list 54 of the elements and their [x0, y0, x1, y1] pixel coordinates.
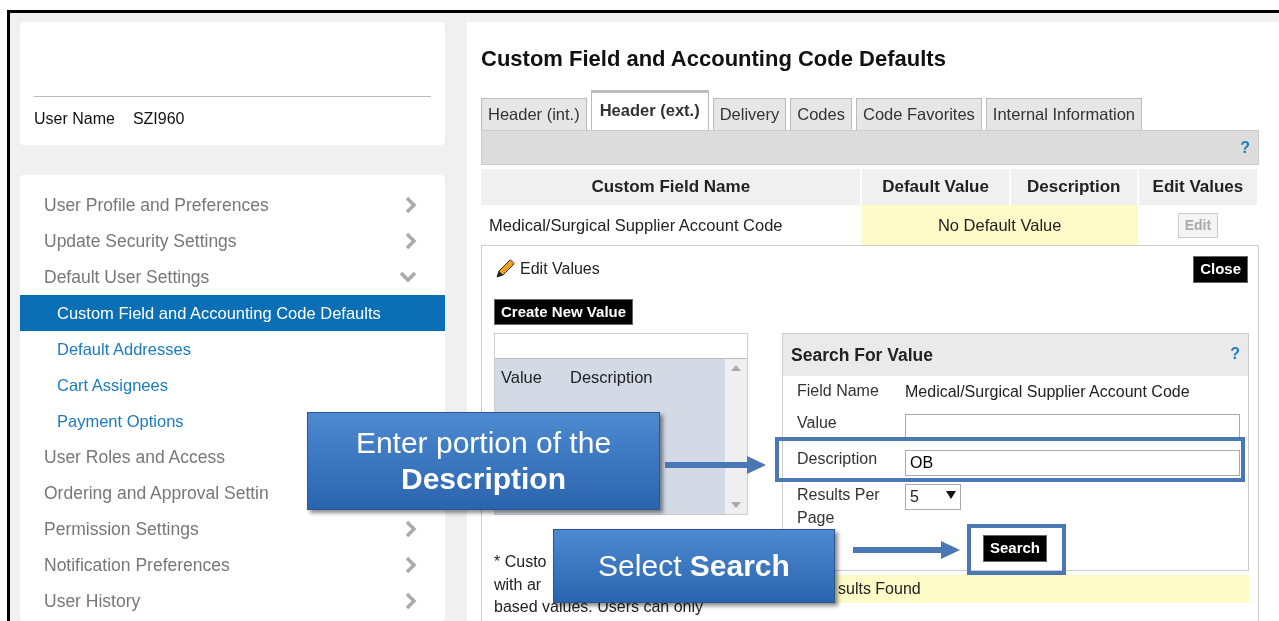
chevron-right-icon — [405, 592, 417, 610]
field-label: Results Per Page — [797, 485, 881, 528]
field-label: Value — [797, 413, 838, 434]
nav-subitem[interactable]: Cart Assignees — [20, 367, 445, 403]
nav-subitem[interactable]: Default Addresses — [20, 331, 445, 367]
scroll-up-icon[interactable] — [731, 365, 741, 372]
scroll-down-icon[interactable] — [731, 502, 741, 509]
help-link[interactable]: ? — [1240, 136, 1250, 161]
nav-item[interactable]: User Profile and Preferences — [20, 187, 445, 223]
column-header: Default Value — [861, 169, 1010, 206]
field-label: User Name — [34, 110, 115, 127]
column-header: Description — [1009, 169, 1138, 206]
column-header: Value — [501, 367, 542, 389]
field-value: SZI960 — [132, 110, 185, 127]
table-cell: Medical/Surgical Supplier Account Code — [481, 205, 862, 246]
column-header: Custom Field Name — [481, 169, 862, 206]
chevron-right-icon — [405, 232, 417, 250]
nav-item[interactable]: Permission Settings — [20, 511, 445, 547]
dropdown-caret-icon — [946, 491, 956, 500]
field-value: Medical/Surgical Supplier Account Code — [905, 382, 1190, 403]
tab[interactable]: Header (ext.) — [590, 90, 709, 131]
column-header: Description — [570, 367, 653, 389]
tab[interactable]: Header (int.) — [481, 98, 587, 131]
chevron-right-icon — [405, 520, 417, 538]
nav-item[interactable]: User History — [20, 583, 445, 619]
field-label: Field Name — [797, 381, 880, 402]
note-text: * Custo — [494, 552, 547, 573]
chevron-right-icon — [405, 556, 417, 574]
tab[interactable]: Code Favorites — [855, 98, 982, 131]
nav-subitem[interactable]: Custom Field and Accounting Code Defaults — [20, 295, 445, 331]
page-title: Custom Field and Accounting Code Defaults — [481, 46, 947, 73]
scrollbar[interactable] — [725, 359, 747, 515]
table-cell: No Default Value — [861, 205, 1138, 246]
chevron-down-icon — [399, 271, 417, 283]
search-button[interactable]: Search — [983, 535, 1048, 562]
close-button[interactable]: Close — [1193, 256, 1248, 283]
column-header: Edit Values — [1137, 169, 1258, 206]
nav-item[interactable]: Update Security Settings — [20, 223, 445, 259]
callout-text: Enter portion of the Description — [354, 425, 613, 497]
input-field[interactable]: OB — [905, 450, 1240, 477]
tab[interactable]: Delivery — [712, 98, 787, 131]
field-label: Description — [797, 449, 879, 470]
create-new-value-button[interactable]: Create New Value — [494, 298, 634, 326]
tab[interactable]: Codes — [790, 98, 852, 131]
note-text: with ar — [494, 574, 542, 595]
pencil-icon — [494, 258, 516, 281]
results-dropdown[interactable]: 5 — [905, 484, 961, 511]
panel-title: Search For Value — [791, 344, 933, 368]
help-link[interactable]: ? — [1230, 342, 1240, 369]
tab[interactable]: Internal Information — [985, 98, 1143, 131]
nav-item[interactable]: Notification Preferences — [20, 547, 445, 583]
panel-title: Edit Values — [520, 259, 600, 280]
chevron-right-icon — [405, 196, 417, 214]
nav-item[interactable]: Default User Settings — [20, 259, 445, 295]
